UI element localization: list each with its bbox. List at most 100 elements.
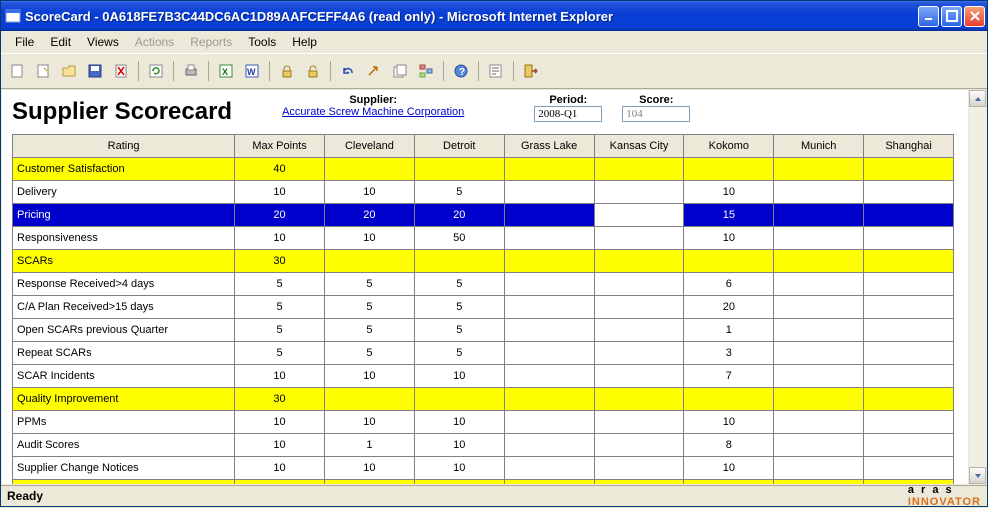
supplier-link[interactable]: Accurate Screw Machine Corporation bbox=[282, 106, 464, 118]
table-cell[interactable] bbox=[324, 158, 414, 181]
table-cell[interactable] bbox=[594, 296, 684, 319]
table-cell[interactable] bbox=[504, 434, 594, 457]
table-cell[interactable]: 86 bbox=[324, 480, 414, 485]
table-cell[interactable]: 10 bbox=[235, 181, 325, 204]
table-cell[interactable] bbox=[324, 388, 414, 411]
save-icon[interactable] bbox=[83, 59, 107, 83]
table-cell[interactable] bbox=[594, 480, 684, 485]
column-header[interactable]: Max Points bbox=[235, 135, 325, 158]
help-icon[interactable]: ? bbox=[449, 59, 473, 83]
table-row[interactable]: Delivery1010510 bbox=[13, 181, 954, 204]
table-cell[interactable]: 5 bbox=[324, 273, 414, 296]
table-cell[interactable]: 40 bbox=[235, 158, 325, 181]
table-cell[interactable] bbox=[684, 158, 774, 181]
table-cell[interactable] bbox=[774, 227, 864, 250]
table-cell[interactable]: Total Score bbox=[13, 480, 235, 485]
table-cell[interactable]: 5 bbox=[235, 319, 325, 342]
table-cell[interactable] bbox=[864, 158, 954, 181]
table-cell[interactable]: Customer Satisfaction bbox=[13, 158, 235, 181]
table-cell[interactable]: 10 bbox=[324, 181, 414, 204]
table-cell[interactable] bbox=[774, 204, 864, 227]
table-cell[interactable] bbox=[504, 480, 594, 485]
table-cell[interactable]: 10 bbox=[324, 411, 414, 434]
table-cell[interactable] bbox=[864, 204, 954, 227]
table-cell[interactable]: 5 bbox=[414, 181, 504, 204]
print-icon[interactable] bbox=[179, 59, 203, 83]
new-icon[interactable] bbox=[5, 59, 29, 83]
lock-icon[interactable] bbox=[275, 59, 299, 83]
column-header[interactable]: Kokomo bbox=[684, 135, 774, 158]
table-cell[interactable]: 15 bbox=[684, 204, 774, 227]
table-cell[interactable]: 5 bbox=[414, 296, 504, 319]
maximize-button[interactable] bbox=[941, 6, 962, 27]
table-cell[interactable] bbox=[864, 227, 954, 250]
column-header[interactable]: Cleveland bbox=[324, 135, 414, 158]
table-cell[interactable] bbox=[684, 250, 774, 273]
table-row[interactable]: Pricing20202015 bbox=[13, 204, 954, 227]
table-cell[interactable]: 6 bbox=[684, 273, 774, 296]
table-row[interactable]: Total Score1008613097 bbox=[13, 480, 954, 485]
table-cell[interactable] bbox=[774, 365, 864, 388]
unlock-icon[interactable] bbox=[301, 59, 325, 83]
table-row[interactable]: Audit Scores101108 bbox=[13, 434, 954, 457]
minimize-button[interactable] bbox=[918, 6, 939, 27]
column-header[interactable]: Rating bbox=[13, 135, 235, 158]
table-cell[interactable] bbox=[504, 319, 594, 342]
column-header[interactable]: Munich bbox=[774, 135, 864, 158]
table-cell[interactable]: 7 bbox=[684, 365, 774, 388]
table-cell[interactable] bbox=[774, 457, 864, 480]
table-cell[interactable] bbox=[504, 181, 594, 204]
table-cell[interactable]: 5 bbox=[324, 342, 414, 365]
table-cell[interactable] bbox=[864, 342, 954, 365]
table-cell[interactable] bbox=[774, 411, 864, 434]
table-cell[interactable] bbox=[864, 434, 954, 457]
table-cell[interactable] bbox=[504, 296, 594, 319]
period-input[interactable] bbox=[534, 106, 602, 122]
table-cell[interactable]: Quality Improvement bbox=[13, 388, 235, 411]
table-cell[interactable]: 5 bbox=[414, 273, 504, 296]
table-cell[interactable] bbox=[594, 273, 684, 296]
close-button[interactable] bbox=[964, 6, 985, 27]
table-cell[interactable]: 100 bbox=[235, 480, 325, 485]
table-cell[interactable]: SCARs bbox=[13, 250, 235, 273]
table-row[interactable]: Responsiveness10105010 bbox=[13, 227, 954, 250]
table-cell[interactable] bbox=[864, 411, 954, 434]
table-cell[interactable] bbox=[864, 296, 954, 319]
table-cell[interactable]: 10 bbox=[324, 365, 414, 388]
table-cell[interactable]: 5 bbox=[324, 319, 414, 342]
table-cell[interactable]: Response Received>4 days bbox=[13, 273, 235, 296]
table-cell[interactable] bbox=[864, 319, 954, 342]
table-cell[interactable] bbox=[504, 273, 594, 296]
table-cell[interactable] bbox=[594, 365, 684, 388]
table-cell[interactable] bbox=[504, 388, 594, 411]
table-cell[interactable] bbox=[504, 365, 594, 388]
menu-edit[interactable]: Edit bbox=[42, 33, 79, 51]
promote-icon[interactable] bbox=[362, 59, 386, 83]
menu-actions[interactable]: Actions bbox=[127, 33, 182, 51]
table-cell[interactable]: 1 bbox=[324, 434, 414, 457]
table-row[interactable]: Repeat SCARs5553 bbox=[13, 342, 954, 365]
table-cell[interactable]: 10 bbox=[414, 411, 504, 434]
table-cell[interactable]: 10 bbox=[414, 434, 504, 457]
table-cell[interactable] bbox=[504, 342, 594, 365]
table-cell[interactable]: 20 bbox=[414, 204, 504, 227]
table-cell[interactable] bbox=[594, 457, 684, 480]
table-cell[interactable] bbox=[504, 411, 594, 434]
table-cell[interactable]: Supplier Change Notices bbox=[13, 457, 235, 480]
table-cell[interactable]: 20 bbox=[324, 204, 414, 227]
table-row[interactable]: SCARs30 bbox=[13, 250, 954, 273]
table-cell[interactable]: 10 bbox=[414, 457, 504, 480]
table-row[interactable]: Customer Satisfaction40 bbox=[13, 158, 954, 181]
export-word-icon[interactable]: W bbox=[240, 59, 264, 83]
table-cell[interactable] bbox=[864, 365, 954, 388]
menu-tools[interactable]: Tools bbox=[240, 33, 284, 51]
table-cell[interactable]: 130 bbox=[414, 480, 504, 485]
table-cell[interactable] bbox=[414, 250, 504, 273]
menu-file[interactable]: File bbox=[7, 33, 42, 51]
table-cell[interactable]: 8 bbox=[684, 434, 774, 457]
column-header[interactable]: Grass Lake bbox=[504, 135, 594, 158]
table-cell[interactable]: C/A Plan Received>15 days bbox=[13, 296, 235, 319]
title-bar[interactable]: ScoreCard - 0A618FE7B3C44DC6AC1D89AAFCEF… bbox=[1, 1, 987, 31]
menu-help[interactable]: Help bbox=[284, 33, 325, 51]
scroll-down-icon[interactable] bbox=[969, 467, 986, 484]
